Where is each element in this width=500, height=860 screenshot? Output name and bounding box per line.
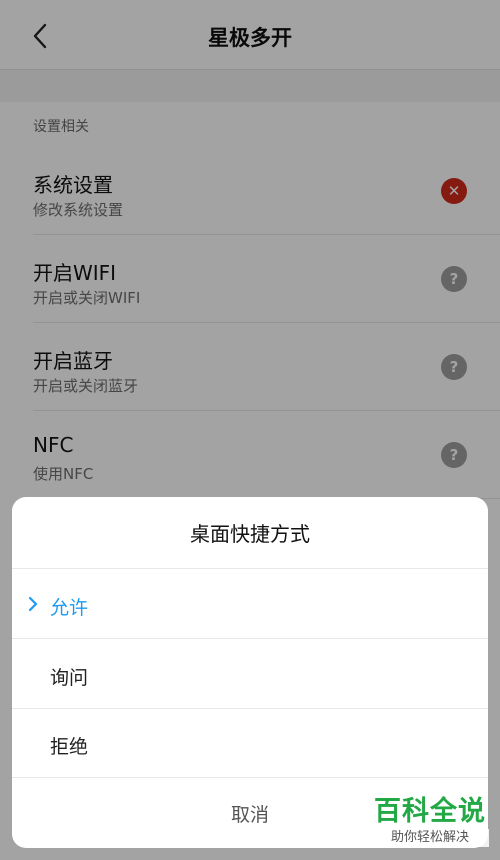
option-label: 允许 [50, 597, 89, 619]
watermark-title: 百科全说 [374, 796, 486, 827]
option-label: 拒绝 [50, 736, 89, 758]
watermark-subtitle: 助你轻松解决 [371, 829, 489, 847]
option-label: 询问 [50, 667, 89, 689]
chevron-right-icon [28, 596, 38, 612]
option-allow[interactable]: 允许 [12, 569, 488, 639]
watermark-logo: 百科全说 助你轻松解决 [371, 795, 489, 853]
option-ask[interactable]: 询问 [12, 639, 488, 709]
option-deny[interactable]: 拒绝 [12, 708, 488, 778]
dialog-title: 桌面快捷方式 [12, 497, 488, 569]
